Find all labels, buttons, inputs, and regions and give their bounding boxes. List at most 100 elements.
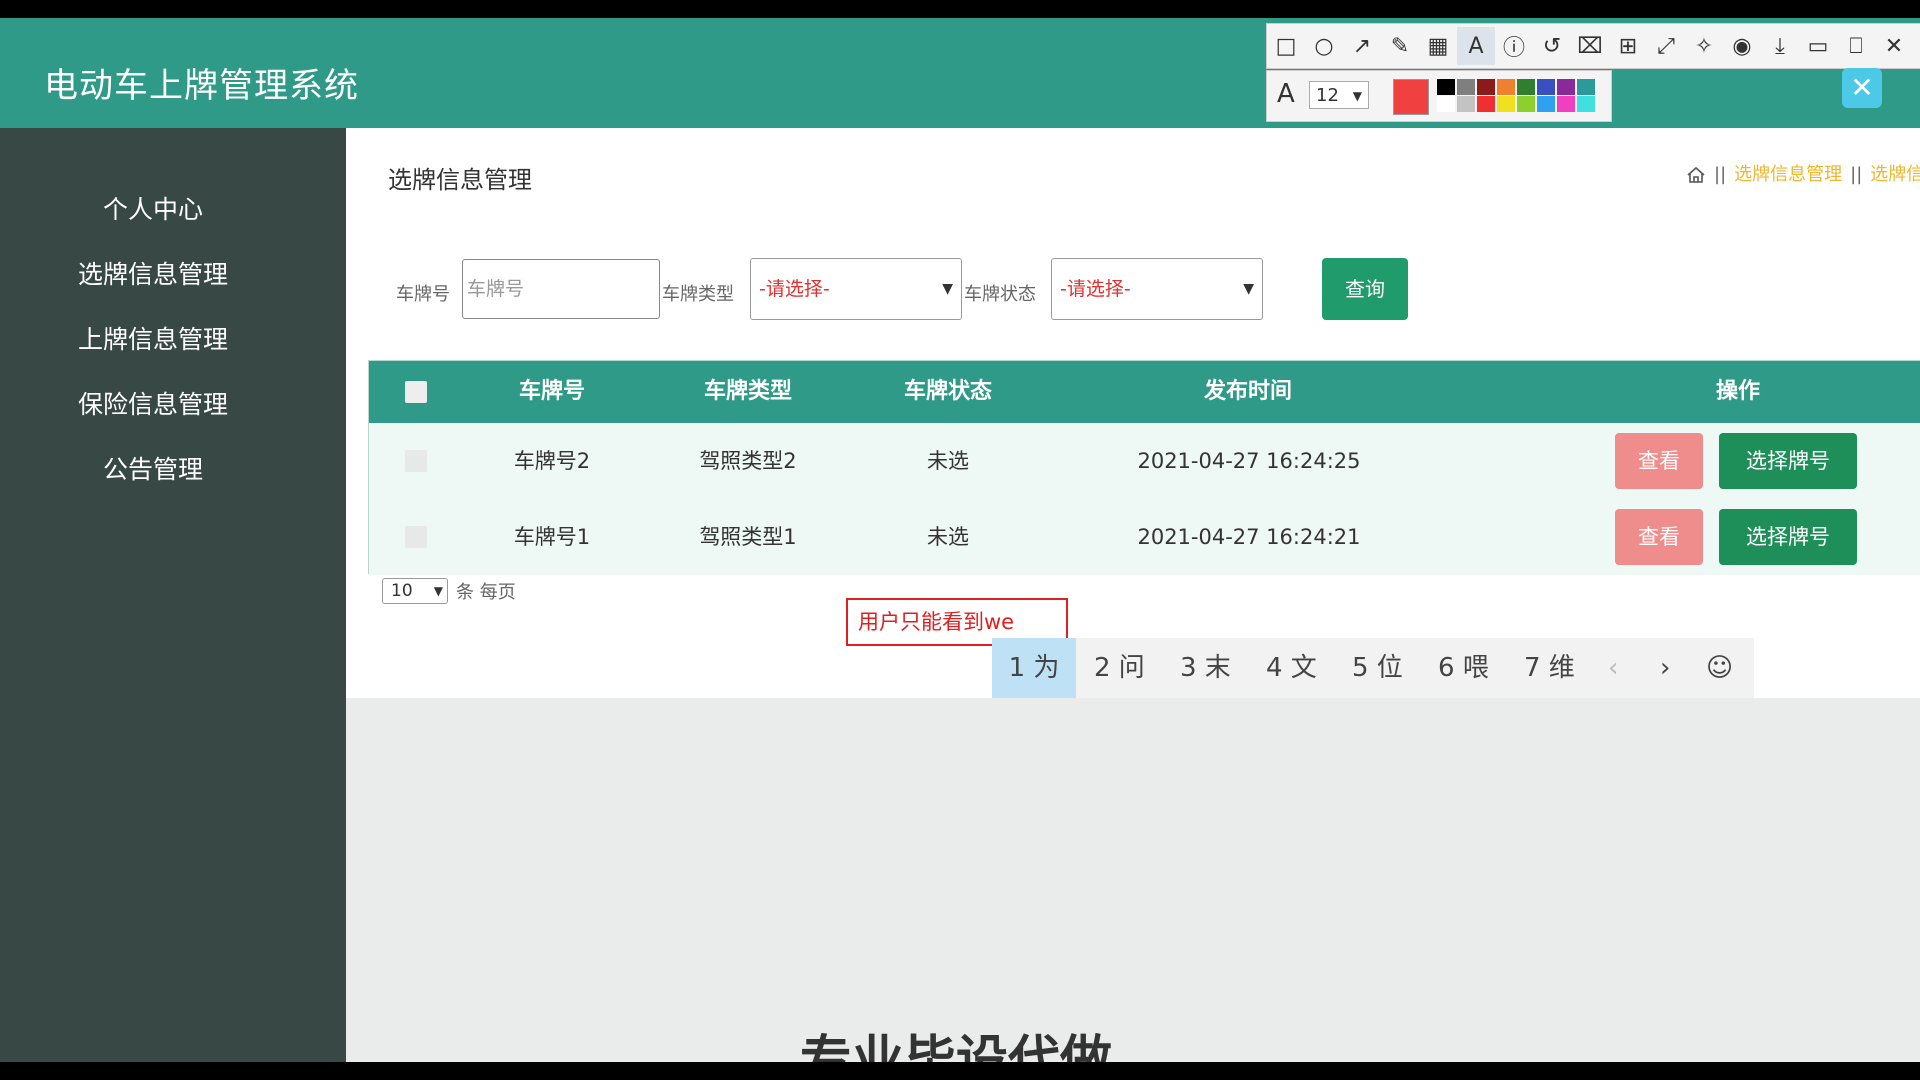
color-swatch[interactable] — [1457, 96, 1475, 112]
copy-icon[interactable]: ▭ — [1799, 27, 1837, 65]
ime-candidate[interactable]: 5 位 — [1352, 638, 1403, 698]
home-icon[interactable] — [1686, 165, 1706, 185]
color-swatch[interactable] — [1437, 79, 1455, 95]
prev-page-icon[interactable]: ‹ — [1608, 638, 1618, 698]
expand-icon[interactable]: ⤢ — [1647, 27, 1685, 65]
plate-label: 车牌号 — [396, 284, 450, 305]
per-page-value: 10 — [391, 581, 413, 601]
app-title: 电动车上牌管理系统 — [44, 66, 359, 106]
header-actions: 操作 — [1715, 379, 1760, 404]
screenshot-toolbar: □ ○ ↗ ✎ ▦ A ⓘ ↺ ⌧ ⊞ ⤢ ✧ ◉ ⤓ ▭ ⎕ ✕ — [1266, 23, 1920, 69]
emoji-icon[interactable]: ☺ — [1706, 638, 1733, 698]
font-size-select[interactable]: 12 ▼ — [1309, 81, 1369, 109]
undo-icon[interactable]: ↺ — [1533, 27, 1571, 65]
sidebar-item-notices[interactable]: 公告管理 — [0, 450, 306, 486]
select-plate-button[interactable]: 选择牌号 — [1719, 433, 1857, 489]
mosaic-icon[interactable]: ▦ — [1419, 27, 1457, 65]
color-swatch[interactable] — [1477, 96, 1495, 112]
header-time: 发布时间 — [1203, 379, 1292, 404]
rectangle-icon[interactable]: □ — [1267, 27, 1305, 65]
ime-candidate[interactable]: 3 末 — [1180, 638, 1231, 698]
cell-type: 驾照类型1 — [699, 525, 797, 549]
row-checkbox[interactable] — [405, 526, 427, 548]
close-icon[interactable]: ✕ — [1875, 27, 1913, 65]
status-select[interactable]: -请选择- ▼ — [1051, 258, 1263, 320]
status-label: 车牌状态 — [964, 284, 1036, 305]
header-plate: 车牌号 — [518, 379, 585, 404]
cell-status: 未选 — [927, 525, 969, 549]
per-page-label: 条 每页 — [456, 582, 516, 603]
color-swatch[interactable] — [1557, 79, 1575, 95]
sidebar-item-registration[interactable]: 上牌信息管理 — [0, 320, 306, 356]
crop-icon[interactable]: ⌧ — [1571, 27, 1609, 65]
per-page-select[interactable]: 10 ▼ — [382, 578, 448, 604]
font-size-value: 12 — [1316, 85, 1339, 106]
chevron-down-icon: ▼ — [1352, 89, 1362, 103]
status-selected: -请选择- — [1060, 278, 1131, 300]
color-swatch[interactable] — [1437, 96, 1455, 112]
color-swatch[interactable] — [1457, 79, 1475, 95]
color-swatch[interactable] — [1577, 79, 1595, 95]
circle-icon[interactable]: ○ — [1305, 27, 1343, 65]
next-page-icon[interactable]: › — [1660, 638, 1670, 698]
pin-icon[interactable]: ✧ — [1685, 27, 1723, 65]
ime-candidate[interactable]: 2 问 — [1094, 638, 1145, 698]
table-header: 车牌号 车牌类型 车牌状态 发布时间 操作 — [369, 361, 1920, 423]
cell-time: 2021-04-27 16:24:25 — [1137, 449, 1361, 473]
sidebar-item-personal[interactable]: 个人中心 — [0, 190, 306, 226]
cell-time: 2021-04-27 16:24:21 — [1137, 525, 1361, 549]
color-swatch[interactable] — [1497, 79, 1515, 95]
watermark-text: 专业毕设代做 — [800, 1031, 1113, 1062]
number-icon[interactable]: ⓘ — [1495, 27, 1533, 65]
breadcrumb: || 选牌信息管理 || 选牌信 — [1686, 160, 1920, 186]
pencil-icon[interactable]: ✎ — [1381, 27, 1419, 65]
view-button[interactable]: 查看 — [1615, 509, 1703, 565]
ime-candidate[interactable]: 4 文 — [1266, 638, 1317, 698]
select-all-checkbox[interactable] — [405, 381, 427, 403]
cell-plate: 车牌号2 — [513, 449, 591, 473]
ime-candidate[interactable]: 1 为 — [992, 638, 1076, 698]
chevron-down-icon: ▼ — [942, 281, 953, 297]
plate-input[interactable]: 车牌号 — [462, 259, 660, 319]
type-selected: -请选择- — [759, 278, 830, 300]
breadcrumb-current[interactable]: 选牌信 — [1870, 164, 1920, 185]
ime-candidate[interactable]: 6 喂 — [1438, 638, 1489, 698]
sidebar-item-insurance[interactable]: 保险信息管理 — [0, 385, 306, 421]
color-swatch[interactable] — [1497, 96, 1515, 112]
breadcrumb-separator: || — [1850, 164, 1863, 185]
header-status: 车牌状态 — [903, 379, 992, 404]
select-plate-button[interactable]: 选择牌号 — [1719, 509, 1857, 565]
color-swatch[interactable] — [1477, 79, 1495, 95]
row-checkbox[interactable] — [405, 450, 427, 472]
download-icon[interactable]: ⤓ — [1761, 27, 1799, 65]
color-swatch[interactable] — [1537, 79, 1555, 95]
header-type: 车牌类型 — [703, 379, 792, 404]
arrow-icon[interactable]: ↗ — [1343, 27, 1381, 65]
text-icon[interactable]: A — [1457, 27, 1495, 65]
query-button[interactable]: 查询 — [1322, 258, 1408, 320]
translate-icon[interactable]: ⊞ — [1609, 27, 1647, 65]
color-swatch[interactable] — [1517, 96, 1535, 112]
color-swatch[interactable] — [1517, 79, 1535, 95]
ime-candidate[interactable]: 7 维 — [1524, 638, 1575, 698]
color-swatch[interactable] — [1577, 96, 1595, 112]
cell-plate: 车牌号1 — [513, 525, 591, 549]
type-label: 车牌类型 — [662, 284, 734, 305]
breadcrumb-link[interactable]: 选牌信息管理 — [1734, 164, 1842, 185]
current-color[interactable] — [1393, 79, 1429, 115]
record-icon[interactable]: ◉ — [1723, 27, 1761, 65]
page-title: 选牌信息管理 — [388, 166, 532, 194]
cell-type: 驾照类型2 — [699, 449, 797, 473]
ime-candidate-bar: 1 为 2 问 3 末 4 文 5 位 6 喂 7 维 ‹ › ☺ — [992, 638, 1754, 698]
table-row: 车牌号2 驾照类型2 未选 2021-04-27 16:24:25 查看 选择牌… — [369, 423, 1920, 499]
view-button[interactable]: 查看 — [1615, 433, 1703, 489]
bookmark-icon[interactable]: ⎕ — [1837, 27, 1875, 65]
color-palette — [1437, 79, 1596, 112]
sidebar-item-plate-selection[interactable]: 选牌信息管理 — [0, 255, 306, 291]
main-panel: 选牌信息管理 || 选牌信息管理 || 选牌信 车牌号 车牌号 车牌类型 -请选择- … — [346, 128, 1920, 698]
fullscreen-icon[interactable]: ✕ — [1842, 68, 1882, 108]
type-select[interactable]: -请选择- ▼ — [750, 258, 962, 320]
color-swatch[interactable] — [1537, 96, 1555, 112]
chevron-down-icon: ▼ — [433, 584, 443, 598]
color-swatch[interactable] — [1557, 96, 1575, 112]
